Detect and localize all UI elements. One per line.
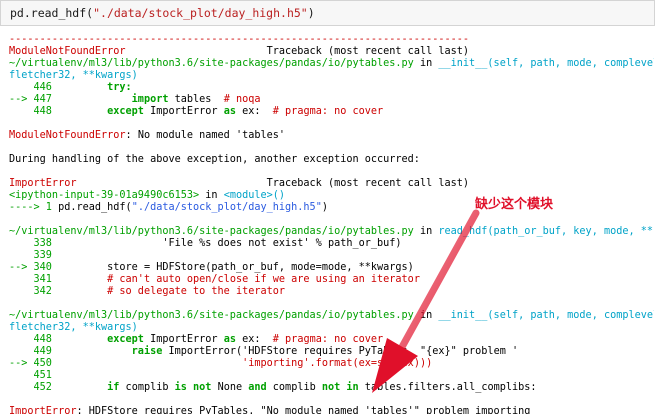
final-error-message: ImportError: HDFStore requires PyTables,… [9, 406, 531, 414]
code-line-451: 451 [9, 370, 52, 381]
code-line-342: 342 # so delegate to the iterator [9, 286, 286, 297]
code-line-452: 452 if complib is not None and complib n… [9, 382, 537, 393]
code-line-341: 341 # can't auto open/close if we are us… [9, 274, 420, 285]
ipython-input-location: <ipython-input-39-01a9490c6153> in <modu… [9, 190, 286, 201]
during-handling-text: During handling of the above exception, … [9, 154, 420, 165]
traceback-output: ----------------------------------------… [9, 34, 654, 414]
file1-location-cont: fletcher32, **kwargs) [9, 70, 138, 81]
code-line-340: --> 340 store = HDFStore(path_or_buf, mo… [9, 262, 414, 273]
file1-location: ~/virtualenv/ml3/lib/python3.6/site-pack… [9, 58, 654, 69]
code-line-446: 446 try: [9, 82, 132, 93]
traceback-separator: ----------------------------------------… [9, 34, 470, 45]
code-close-paren: ) [307, 6, 315, 20]
code-line-339: 339 [9, 250, 52, 261]
code-line-338: 338 'File %s does not exist' % path_or_b… [9, 238, 402, 249]
annotation-label: 缺少这个模块 [475, 197, 554, 212]
input-code[interactable]: pd.read_hdf("./data/stock_plot/day_high.… [10, 6, 315, 20]
code-line-448b: 448 except ImportError as ex: # pragma: … [9, 334, 384, 345]
code-line-450: --> 450 'importing'.format(ex=str(ex))) [9, 358, 433, 369]
input-cell[interactable]: pd.read_hdf("./data/stock_plot/day_high.… [0, 0, 655, 26]
file2-location: ~/virtualenv/ml3/lib/python3.6/site-pack… [9, 226, 654, 237]
code-path-string: "./data/stock_plot/day_high.h5" [93, 6, 308, 20]
ipython-input-line: ----> 1 pd.read_hdf("./data/stock_plot/d… [9, 202, 328, 213]
error1-message: ModuleNotFoundError: No module named 'ta… [9, 130, 286, 141]
code-line-449: 449 raise ImportError('HDFStore requires… [9, 346, 519, 357]
error1-header: ModuleNotFoundError Traceback (most rece… [9, 46, 470, 57]
code-line-448: 448 except ImportError as ex: # pragma: … [9, 106, 384, 117]
error2-header: ImportError Traceback (most recent call … [9, 178, 470, 189]
file3-location: ~/virtualenv/ml3/lib/python3.6/site-pack… [9, 310, 654, 321]
file3-location-cont: fletcher32, **kwargs) [9, 322, 138, 333]
code-line-447: --> 447 import tables # noqa [9, 94, 261, 105]
code-call: pd.read_hdf( [10, 6, 94, 20]
